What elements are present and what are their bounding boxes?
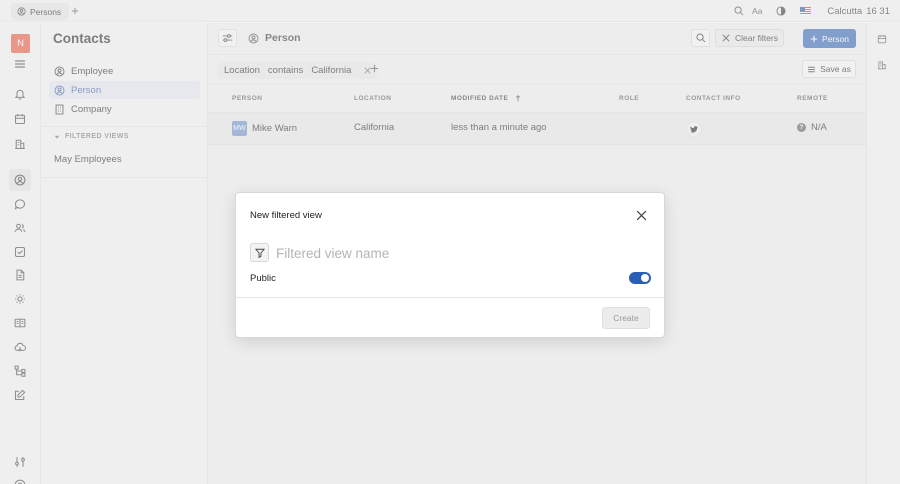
filter-icon[interactable] (250, 243, 269, 262)
new-filtered-view-dialog: New filtered view Public Create (235, 192, 665, 338)
filtered-view-name-input[interactable] (276, 243, 576, 263)
create-button[interactable]: Create (602, 307, 650, 329)
public-toggle[interactable] (629, 272, 651, 284)
public-label: Public (250, 273, 276, 284)
dialog-title: New filtered view (250, 210, 322, 221)
close-icon[interactable] (636, 210, 648, 222)
dialog-divider (236, 297, 664, 298)
